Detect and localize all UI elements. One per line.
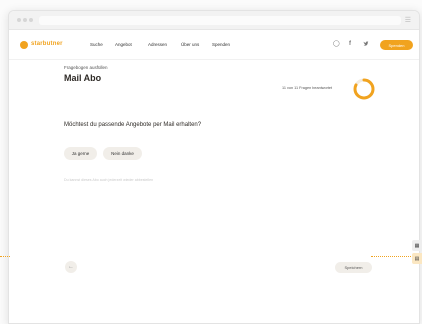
nav-item-suche[interactable]: Suche — [90, 42, 103, 47]
browser-window: ☰ starbutner Suche Angebot Adressen Über… — [8, 10, 420, 324]
facebook-icon[interactable]: f — [349, 41, 351, 47]
hint-text: Du kannst dieses Abo auch jederzeit wied… — [64, 178, 154, 182]
answer-yes-button[interactable]: Ja gerne — [64, 147, 97, 160]
side-panel-tab-active-icon[interactable]: ▤ — [412, 253, 422, 264]
back-button[interactable]: ← — [65, 261, 77, 273]
logo-icon[interactable] — [20, 41, 28, 49]
menu-icon[interactable]: ☰ — [405, 17, 411, 24]
user-icon[interactable]: ◯ — [333, 41, 340, 47]
question-text: Möchtest du passende Angebote per Mail e… — [64, 122, 202, 128]
site-header: starbutner Suche Angebot Adressen Über u… — [9, 30, 419, 60]
window-dot-icon — [17, 18, 21, 22]
nav-item-adressen[interactable]: Adressen — [148, 42, 167, 47]
window-dot-icon — [23, 18, 27, 22]
save-button[interactable]: Speichern — [335, 262, 372, 273]
stage: ☰ starbutner Suche Angebot Adressen Über… — [0, 0, 422, 324]
nav-item-ueber-uns[interactable]: Über uns — [181, 42, 199, 47]
brand-name[interactable]: starbutner — [31, 41, 63, 47]
progress-text: 11 von 11 Fragen beantwortet — [282, 86, 333, 90]
step-subtitle: Fragebogen ausfüllen — [64, 65, 108, 70]
browser-chrome: ☰ — [9, 11, 419, 30]
right-dotted-connector — [371, 256, 411, 257]
address-bar[interactable] — [39, 16, 401, 25]
page-title: Mail Abo — [64, 73, 102, 83]
answer-no-button[interactable]: Nein danke — [103, 147, 142, 160]
side-panel-tab-icon[interactable]: ▦ — [412, 240, 422, 251]
nav-item-angebot[interactable]: Angebot — [115, 42, 132, 47]
progress-ring — [353, 78, 375, 100]
twitter-icon[interactable] — [363, 41, 369, 49]
window-dot-icon — [29, 18, 33, 22]
nav-item-spenden[interactable]: Spenden — [212, 42, 230, 47]
left-dotted-connector — [0, 256, 10, 257]
donate-button[interactable]: Spenden — [380, 40, 413, 50]
